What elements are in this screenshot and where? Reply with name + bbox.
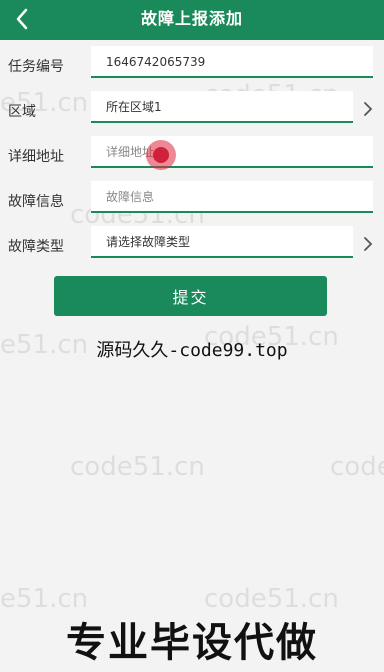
caption-text: 源码久久-code99.top	[96, 340, 288, 361]
task-no-field[interactable]: 1646742065739	[91, 46, 373, 78]
region-select[interactable]: 所在区域1	[91, 91, 353, 123]
watermark-text: code51.cn	[70, 452, 205, 482]
address-input[interactable]: 详细地址	[91, 136, 373, 168]
fault-type-row: 故障类型 请选择故障类型	[0, 222, 384, 267]
fault-type-select[interactable]: 请选择故障类型	[91, 226, 353, 258]
app-header: 故障上报添加	[0, 0, 384, 40]
address-label: 详细地址	[8, 149, 64, 165]
task-no-label: 任务编号	[8, 59, 64, 75]
watermark-text: code51.cn	[330, 452, 384, 482]
fault-report-form: 任务编号 1646742065739 区域 所在区域1 详细地址 详细地址 故障…	[0, 42, 384, 267]
region-label: 区域	[8, 104, 36, 120]
address-row: 详细地址 详细地址	[0, 132, 384, 177]
region-row: 区域 所在区域1	[0, 87, 384, 132]
task-no-row: 任务编号 1646742065739	[0, 42, 384, 87]
promo-banner: 专业毕设代做	[66, 620, 318, 666]
fault-type-label: 故障类型	[8, 239, 64, 255]
fault-info-label: 故障信息	[8, 194, 64, 210]
page-title: 故障上报添加	[140, 9, 243, 28]
chevron-right-icon[interactable]	[362, 236, 374, 252]
fault-info-input[interactable]: 故障信息	[91, 181, 373, 213]
submit-button[interactable]: 提交	[54, 276, 327, 316]
touch-indicator	[146, 140, 176, 170]
fault-info-row: 故障信息 故障信息	[0, 177, 384, 222]
chevron-right-icon[interactable]	[362, 101, 374, 117]
